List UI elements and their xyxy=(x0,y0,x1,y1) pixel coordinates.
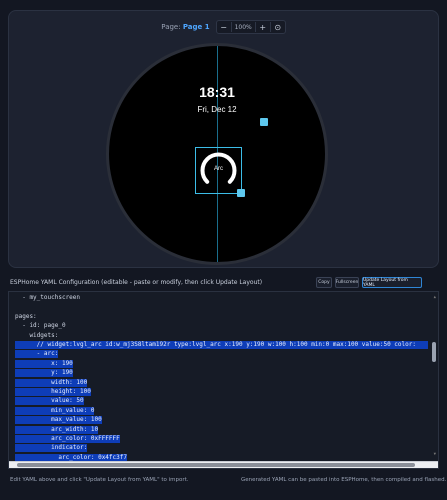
fit-view-icon[interactable]: ⊙ xyxy=(271,21,285,33)
code-line[interactable]: arc_color: 0xFFFFFF xyxy=(15,435,120,443)
code-text: min_value: 0 xyxy=(15,406,95,414)
vertical-scrollbar[interactable] xyxy=(432,342,436,362)
code-text: width: 100 xyxy=(15,378,88,386)
scroll-up-icon[interactable]: ▲ xyxy=(434,294,436,299)
code-line[interactable]: max_value: 100 xyxy=(15,416,102,425)
code-line[interactable]: x: 190 xyxy=(15,359,73,368)
code-line[interactable]: - id: page_0 xyxy=(15,322,66,330)
canvas-toolbar: Page: Page 1 − 100% + ⊙ xyxy=(9,19,438,35)
code-line[interactable]: width: 100 xyxy=(15,378,88,387)
zoom-controls: − 100% + ⊙ xyxy=(215,20,286,34)
yaml-section-title: ESPHome YAML Configuration (editable - p… xyxy=(10,279,263,286)
horizontal-scrollbar[interactable] xyxy=(9,461,438,468)
update-layout-button[interactable]: Update Layout from YAML xyxy=(362,277,422,288)
arc-label: Arc xyxy=(214,166,223,172)
code-line[interactable]: widgets: xyxy=(15,332,58,340)
zoom-in-button[interactable]: + xyxy=(256,21,270,33)
code-text: - id: page_0 xyxy=(15,322,66,330)
round-display[interactable]: 18:31 Fri, Dec 12 Arc xyxy=(106,43,328,265)
yaml-editor[interactable]: arc_color: 0x4fc3f7 indicator: arc_color… xyxy=(8,291,439,469)
code-text: - arc: xyxy=(15,350,59,358)
code-line[interactable]: pages: xyxy=(15,313,37,321)
code-line[interactable]: // widget:lvgl_arc id:w_mj3S8ltam192r ty… xyxy=(15,341,428,349)
page-indicator: Page: Page 1 xyxy=(161,23,209,31)
code-line[interactable]: - arc: xyxy=(15,350,59,359)
code-text: arc_color: 0xFFFFFF xyxy=(15,435,120,442)
code-text: x: 190 xyxy=(15,359,73,367)
resize-handle-icon[interactable] xyxy=(260,118,268,126)
code-line[interactable]: value: 50 xyxy=(15,397,84,406)
resize-handle-icon[interactable] xyxy=(237,189,245,197)
code-text: indicator: xyxy=(15,444,88,452)
code-text: y: 190 xyxy=(15,369,73,377)
page-prefix: Page: xyxy=(161,23,181,31)
page-name[interactable]: Page 1 xyxy=(183,23,210,31)
zoom-out-button[interactable]: − xyxy=(217,21,231,33)
fullscreen-button[interactable]: Fullscreen xyxy=(335,277,359,288)
code-text: max_value: 100 xyxy=(15,416,102,424)
code-line[interactable]: min_value: 0 xyxy=(15,406,95,415)
code-text: height: 100 xyxy=(15,388,91,395)
code-text: arc_color: 0x4fc3f7 xyxy=(15,453,127,461)
code-line[interactable]: arc_width: 10 xyxy=(15,425,99,434)
code-text: - my_touchscreen xyxy=(15,294,81,301)
scroll-down-icon[interactable]: ▼ xyxy=(434,451,436,456)
code-text: value: 50 xyxy=(15,397,84,405)
code-line[interactable]: y: 190 xyxy=(15,369,73,378)
footer-hint-left: Edit YAML above and click "Update Layout… xyxy=(10,477,189,483)
code-text: widgets: xyxy=(15,331,59,339)
clock-date[interactable]: Fri, Dec 12 xyxy=(109,105,325,114)
code-text: pages: xyxy=(15,312,37,320)
code-text: // widget:lvgl_arc id:w_mj3S8ltam192r ty… xyxy=(15,341,416,348)
scroll-thumb[interactable] xyxy=(17,463,415,467)
code-text: arc_width: 10 xyxy=(15,425,99,433)
copy-button[interactable]: Copy xyxy=(316,277,332,288)
canvas-preview: Page: Page 1 − 100% + ⊙ 18:31 Fri, Dec 1… xyxy=(8,10,439,268)
code-line[interactable]: - my_touchscreen xyxy=(15,294,80,302)
arc-widget[interactable]: Arc xyxy=(195,147,245,197)
footer-hint-right: Generated YAML can be pasted into ESPHom… xyxy=(241,477,447,483)
zoom-level: 100% xyxy=(234,23,252,31)
clock-time[interactable]: 18:31 xyxy=(109,84,325,100)
code-line[interactable]: indicator: xyxy=(15,444,88,453)
code-line[interactable]: height: 100 xyxy=(15,388,91,396)
